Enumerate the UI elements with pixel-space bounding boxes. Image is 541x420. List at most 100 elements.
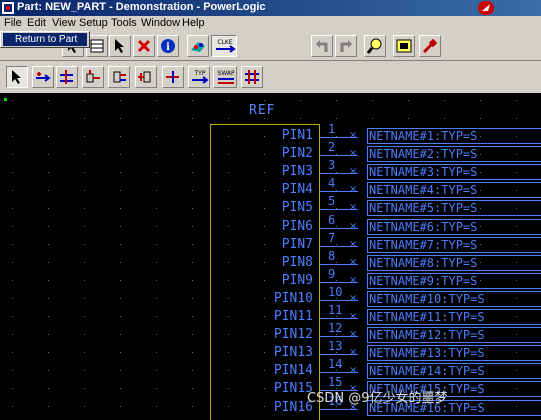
menu-item-return-to-part[interactable]: Return to Part xyxy=(3,33,87,46)
netname-label[interactable]: NETNAME#1:TYP=S xyxy=(367,128,541,144)
pin-number-label[interactable]: 2 xyxy=(328,140,335,154)
netname-label[interactable]: NETNAME#7:TYP=S xyxy=(367,237,541,253)
grid-dot xyxy=(156,406,157,407)
pin-name-label[interactable]: PIN13 xyxy=(274,345,313,360)
pointer-icon[interactable] xyxy=(109,35,131,57)
pin-end-marker-icon: × xyxy=(349,257,358,268)
grid-dot xyxy=(48,352,49,353)
pin-name-label[interactable]: PIN14 xyxy=(274,363,313,378)
pin-number-label[interactable]: 7 xyxy=(328,231,335,245)
pin-name-label[interactable]: PIN8 xyxy=(282,255,313,270)
grid-dot xyxy=(192,100,193,101)
grid-dot xyxy=(264,226,265,227)
menu-help[interactable]: Help xyxy=(182,17,205,29)
add-terminals-icon[interactable] xyxy=(56,66,78,88)
pin-number-label[interactable]: 10 xyxy=(328,285,342,299)
properties-icon[interactable] xyxy=(187,35,209,57)
pin-number-label[interactable]: 8 xyxy=(328,249,335,263)
grid-dot xyxy=(336,226,337,227)
netname-label[interactable]: NETNAME#6:TYP=S xyxy=(367,219,541,235)
pin-box-icon[interactable] xyxy=(108,66,130,88)
swap-button[interactable]: SWAP xyxy=(213,66,237,88)
menu-edit[interactable]: Edit xyxy=(27,17,46,29)
pin-name-label[interactable]: PIN6 xyxy=(282,219,313,234)
pin-end-marker-icon: × xyxy=(349,184,358,195)
menu-setup[interactable]: Setup xyxy=(79,17,108,29)
pin-name-label[interactable]: PIN9 xyxy=(282,273,313,288)
netname-label[interactable]: NETNAME#3:TYP=S xyxy=(367,164,541,180)
pin-name-label[interactable]: PIN3 xyxy=(282,164,313,179)
ref-designator-label[interactable]: REF xyxy=(249,103,275,118)
netname-label[interactable]: NETNAME#5:TYP=S xyxy=(367,200,541,216)
pin-end-marker-icon: × xyxy=(349,275,358,286)
info-icon[interactable]: i xyxy=(157,35,179,57)
grid-dot xyxy=(156,154,157,155)
grid-dot xyxy=(12,244,13,245)
pin-icon[interactable] xyxy=(82,66,104,88)
pin-number-label[interactable]: 13 xyxy=(328,339,342,353)
zoom-icon[interactable] xyxy=(364,35,386,57)
pin-name-label[interactable]: PIN7 xyxy=(282,237,313,252)
netname-label[interactable]: NETNAME#4:TYP=S xyxy=(367,182,541,198)
grid-dot xyxy=(264,262,265,263)
pin-name-label[interactable]: PIN1 xyxy=(282,128,313,143)
menu-window[interactable]: Window xyxy=(141,17,180,29)
select-icon[interactable] xyxy=(6,66,28,88)
menu-file[interactable]: File xyxy=(4,17,22,29)
netname-label[interactable]: NETNAME#13:TYP=S xyxy=(367,345,541,361)
pin-number-label[interactable]: 9 xyxy=(328,267,335,281)
window-icon[interactable] xyxy=(393,35,415,57)
netname-label[interactable]: NETNAME#9:TYP=S xyxy=(367,273,541,289)
netname-label[interactable]: NETNAME#2:TYP=S xyxy=(367,146,541,162)
menu-view[interactable]: View xyxy=(52,17,76,29)
pin-arrow-icon[interactable] xyxy=(162,66,184,88)
grid-dot xyxy=(228,406,229,407)
clke-button[interactable]: CLKE xyxy=(211,35,237,57)
type-label: TYP xyxy=(194,70,206,77)
pin-end-marker-icon: × xyxy=(349,311,358,322)
undo-icon[interactable] xyxy=(311,35,333,57)
grid-dot xyxy=(48,280,49,281)
netname-label[interactable]: NETNAME#11:TYP=S xyxy=(367,309,541,325)
pin-rotate-icon[interactable] xyxy=(135,66,157,88)
redo-icon[interactable] xyxy=(335,35,357,57)
grid-dot xyxy=(156,208,157,209)
delete-icon[interactable] xyxy=(133,35,155,57)
pin-bus-icon[interactable] xyxy=(241,66,263,88)
pin-name-label[interactable]: PIN5 xyxy=(282,200,313,215)
pin-number-label[interactable]: 1 xyxy=(328,122,335,136)
menu-tools[interactable]: Tools xyxy=(111,17,137,29)
netname-label[interactable]: NETNAME#14:TYP=S xyxy=(367,363,541,379)
pin-number-label[interactable]: 14 xyxy=(328,357,342,371)
part-editor-canvas[interactable]: REF PIN1 1 × NETNAME#1:TYP=S PIN2 2 × NETNAME#2… xyxy=(0,94,541,420)
pin-number-label[interactable]: 6 xyxy=(328,213,335,227)
pin-name-label[interactable]: PIN4 xyxy=(282,182,313,197)
grid-dot xyxy=(156,190,157,191)
grid-dot xyxy=(156,298,157,299)
grid-dot xyxy=(48,100,49,101)
grid-dot xyxy=(264,154,265,155)
pin-name-label[interactable]: PIN10 xyxy=(274,291,313,306)
pin-number-label[interactable]: 12 xyxy=(328,321,342,335)
pin-number-label[interactable]: 5 xyxy=(328,194,335,208)
pin-name-label[interactable]: PIN2 xyxy=(282,146,313,161)
pin-number-label[interactable]: 3 xyxy=(328,158,335,172)
netname-label[interactable]: NETNAME#10:TYP=S xyxy=(367,291,541,307)
pin-name-label[interactable]: PIN12 xyxy=(274,327,313,342)
grid-dot xyxy=(192,388,193,389)
netname-label[interactable]: NETNAME#12:TYP=S xyxy=(367,327,541,343)
grid-dot xyxy=(12,352,13,353)
grid-dot xyxy=(480,118,481,119)
grid-dot xyxy=(48,298,49,299)
grid-dot xyxy=(120,280,121,281)
pin-number-label[interactable]: 4 xyxy=(328,176,335,190)
type-button[interactable]: TYP xyxy=(188,66,210,88)
netname-label[interactable]: NETNAME#8:TYP=S xyxy=(367,255,541,271)
grid-dot xyxy=(228,352,229,353)
grid-dot xyxy=(372,100,373,101)
tool-icon[interactable] xyxy=(419,35,441,57)
app-logo-icon[interactable] xyxy=(478,1,494,15)
pin-number-label[interactable]: 11 xyxy=(328,303,342,317)
pin-name-label[interactable]: PIN11 xyxy=(274,309,313,324)
add-terminal-icon[interactable] xyxy=(32,66,54,88)
